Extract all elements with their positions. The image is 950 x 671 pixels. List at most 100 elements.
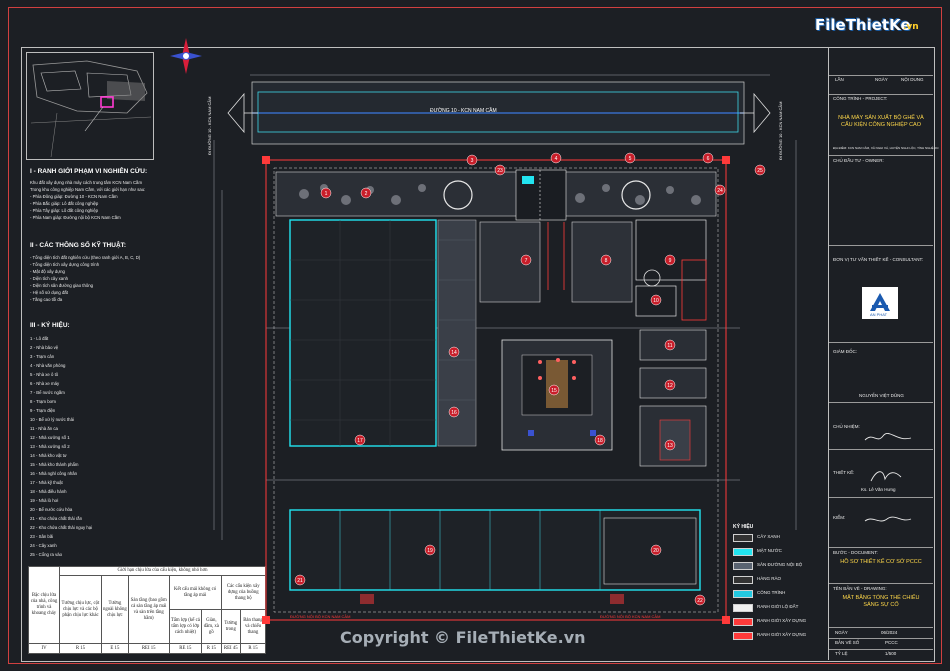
building-number-label: 3 <box>471 158 474 164</box>
section2-line: - Mật độ xây dựng <box>30 269 65 274</box>
legend-label: RANH GIỚI XÂY DỰNG <box>757 632 807 637</box>
legend-row: CÂY XANH <box>733 532 828 546</box>
symbol-item: 22 - Kho chứa chất thải nguy hại <box>30 525 93 530</box>
section2-line: - Tổng diện tích đất nghiên cứu (theo ra… <box>30 255 141 260</box>
copyright-watermark: Copyright © FileThietKe.vn <box>340 628 586 647</box>
symbol-item: 13 - Nhà xưởng số 2 <box>30 444 70 449</box>
scale-label: TỶ LỆ <box>835 651 848 656</box>
table-cell: RE 15 <box>168 643 203 654</box>
table-header: Bậc chịu lửa của nhà, công trình và khoa… <box>28 566 60 644</box>
north-arrow-icon <box>170 38 202 74</box>
symbol-item: 24 - Cây xanh <box>30 543 57 548</box>
drawing-label: TÊN BẢN VẼ - DRAWING: <box>833 586 887 591</box>
signature-checker <box>864 516 912 522</box>
building-number-label: 18 <box>597 438 603 444</box>
symbol-item: 21 - Kho chứa chất thải rắn <box>30 516 83 521</box>
symbol-item: 16 - Nhà nghỉ công nhân <box>30 471 78 476</box>
project-label: CÔNG TRÌNH - PROJECT: <box>833 96 888 101</box>
section2-line: - Tầng cao tối đa <box>30 297 63 302</box>
director-label: GIÁM ĐỐC: <box>833 349 858 354</box>
legend-row: RANH GIỚI XÂY DỰNG <box>733 630 828 644</box>
signature-designer <box>870 471 902 482</box>
legend-label: HÀNG RÀO <box>757 576 782 581</box>
logo-brand: FileThietKe <box>815 16 911 34</box>
symbol-item: 5 - Nhà xe ô tô <box>30 372 59 377</box>
building-number-label: 12 <box>667 383 673 389</box>
legend-row: SÂN ĐƯỜNG NỘI BỘ <box>733 560 828 574</box>
legend-panel: KÝ HIỆU CÂY XANH MẶT NƯỚC SÂN ĐƯỜNG NỘI BỘ… <box>733 524 828 654</box>
building-number-label: 22 <box>697 598 703 604</box>
symbol-item: 1 - Lô đất <box>30 336 49 341</box>
checker-label: KIỂM: <box>833 515 846 520</box>
consultant-name: AN PHAT <box>870 312 888 317</box>
building-number-label: 20 <box>653 548 659 554</box>
bottom-road-label-right: ĐƯỜNG NỘI BỘ KCN NAM CẦM <box>600 614 661 619</box>
right-road-label: ĐI ĐƯỜNG 10 - KCN NAM CẦM <box>778 101 783 160</box>
building-number-label: 24 <box>717 188 723 194</box>
legend-row: RANH GIỚI LỘ ĐẤT <box>733 602 828 616</box>
legend-row: CÔNG TRÌNH <box>733 588 828 602</box>
logo-suffix: .vn <box>903 22 919 32</box>
legend-label: RANH GIỚI XÂY DỰNG <box>757 618 807 623</box>
building-number-label: 21 <box>297 578 303 584</box>
location-map <box>26 52 154 160</box>
table-cell: R 15 <box>59 643 102 654</box>
symbol-item: 25 - Cổng ra vào <box>30 552 63 557</box>
symbol-item: 15 - Nhà kho thành phẩm <box>30 462 79 467</box>
table-cell: REI 45 <box>220 643 242 654</box>
symbol-item: 17 - Nhà kỹ thuật <box>30 480 63 485</box>
table-cell: E 15 <box>100 643 129 654</box>
symbol-item: 23 - Sân bãi <box>30 534 54 539</box>
building-number-label: 1 <box>325 191 328 197</box>
table-header: Tường chịu lực, cột chịu lực và các bộ p… <box>59 575 102 644</box>
director-name: NGUYỄN VIỆT DŨNG <box>859 393 904 398</box>
consultant-label: ĐƠN VỊ TƯ VẤN THIẾT KẾ - CONSULTANT: <box>833 257 924 262</box>
tb-top-cell: LẦN <box>835 77 844 82</box>
top-road-label: ĐƯỜNG 10 - KCN NAM CẦM <box>430 108 497 114</box>
section1-line: - Phía Tây giáp: Lô đất công nghiệp <box>30 208 99 213</box>
signature-chief <box>864 433 912 441</box>
building-number-label: 25 <box>757 168 763 174</box>
symbol-item: 9 - Trạm điện <box>30 408 56 413</box>
drawing-name: MẶT BẰNG TỔNG THỂ CHIẾU SÁNG SỰ CỐ <box>842 595 920 608</box>
legend-swatch <box>733 618 753 626</box>
table-cell: R 15 <box>201 643 222 654</box>
legend-row: RANH GIỚI XÂY DỰNG <box>733 616 828 630</box>
project-address: ĐỊA ĐIỂM: KCN NAM CẦM, XÃ NGHI XÁ, HUYỆN… <box>833 146 939 150</box>
building-number-label: 6 <box>707 156 710 162</box>
building-number-label: 17 <box>357 438 363 444</box>
symbol-item: 14 - Nhà kho vật tư <box>30 453 67 458</box>
symbol-item: 18 - Nhà điều hành <box>30 489 67 494</box>
bottom-road-label-left: ĐƯỜNG NỘI BỘ KCN NAM CẦM <box>290 614 351 619</box>
symbol-item: 3 - Trạm cân <box>30 354 55 359</box>
left-road-label: ĐI ĐƯỜNG 10 - KCN NAM CẦM <box>207 96 212 155</box>
section1-line: - Phía Bắc giáp: Lô đất công nghiệp <box>30 201 99 206</box>
doc-label: BƯỚC - DOCUMENT: <box>833 550 878 555</box>
symbol-item: 10 - Bể xử lý nước thải <box>30 417 74 422</box>
date-value: 06/2024 <box>881 630 898 635</box>
designer-label: THIẾT KẾ: <box>833 470 855 475</box>
symbol-item: 12 - Nhà xưởng số 1 <box>30 435 70 440</box>
tb-top-cell: NỘI DUNG <box>901 77 924 82</box>
doc-name: HỒ SƠ THIẾT KẾ CƠ SỞ PCCC <box>840 559 922 565</box>
building-number-label: 11 <box>667 343 672 349</box>
section1-line: Khu đất xây dựng nhà máy cách trung tâm … <box>30 180 143 185</box>
section3-title: III - KÝ HIỆU: <box>30 322 70 329</box>
building-number-label: 15 <box>551 388 557 394</box>
building-number-label: 13 <box>667 443 673 449</box>
building-number-label: 7 <box>525 258 528 264</box>
legend-label: CÂY XANH <box>757 534 780 539</box>
legend-swatch <box>733 590 753 598</box>
symbol-item: 19 - Nhà lò hơi <box>30 498 59 503</box>
section2-title: II - CÁC THÔNG SỐ KỸ THUẬT: <box>30 242 127 249</box>
date-label: NGÀY <box>835 630 848 635</box>
legend-row: MẶT NƯỚC <box>733 546 828 560</box>
sheet-label: BẢN VẼ SỐ <box>835 640 860 645</box>
legend-swatch <box>733 562 753 570</box>
project-name: NHÀ MÁY SẢN XUẤT BỘ GHẾ VÀ CẤU KIỆN CÔNG… <box>838 115 924 128</box>
legend-swatch <box>733 604 753 612</box>
building-number-label: 14 <box>451 350 457 356</box>
scale-value: 1/500 <box>885 651 897 656</box>
filethietke-logo: FileThietKe .vn <box>815 14 930 40</box>
table-header: Sàn tầng (bao gồm cả sàn tầng áp mái và … <box>127 575 170 644</box>
